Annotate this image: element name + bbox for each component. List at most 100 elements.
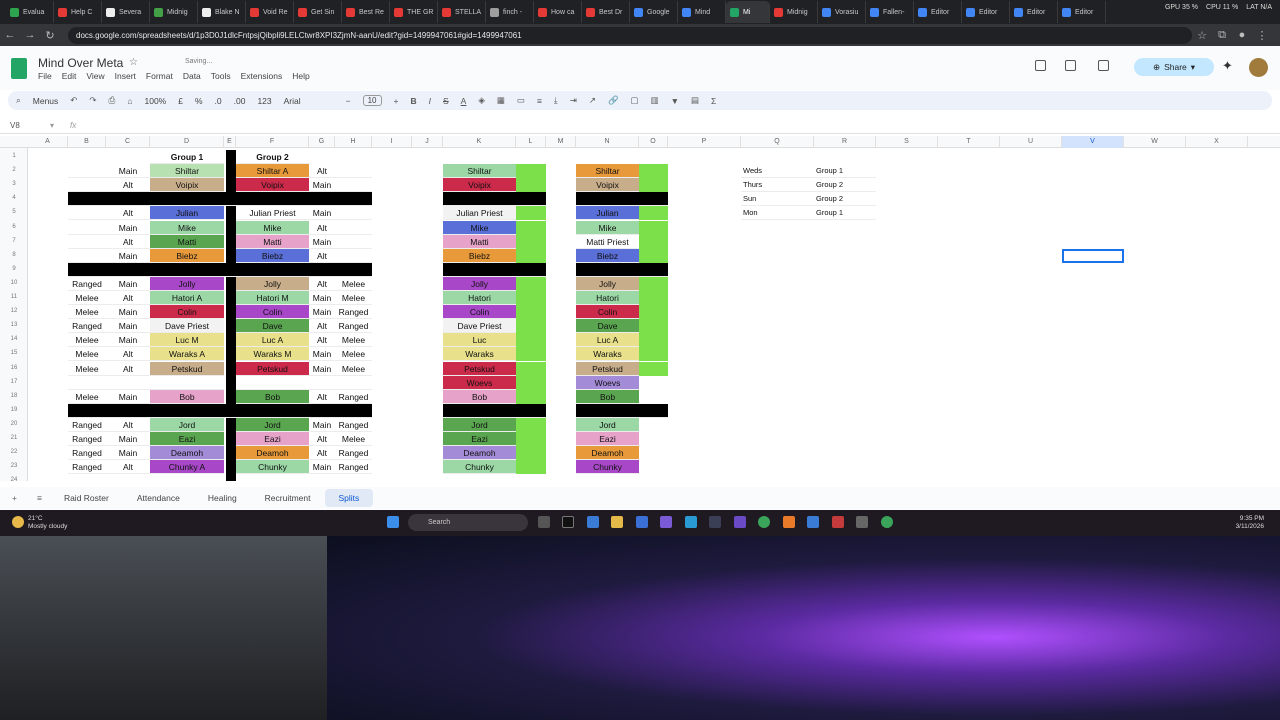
star-icon[interactable]: ☆	[1192, 29, 1212, 42]
browser-tab[interactable]: Midnig	[150, 1, 198, 23]
add-sheet-icon[interactable]: +	[0, 493, 29, 503]
folder-icon[interactable]	[611, 516, 623, 528]
sheet-tab[interactable]: Splits	[324, 489, 374, 507]
text-color-icon[interactable]: A	[461, 96, 467, 106]
column-header[interactable]: D	[150, 136, 224, 148]
app-icon-2[interactable]	[587, 516, 599, 528]
column-header[interactable]: M	[546, 136, 576, 148]
print-icon[interactable]: ⎙	[109, 95, 116, 106]
increase-decimal-button[interactable]: .00	[234, 96, 246, 106]
browser-tab[interactable]: Void Re	[246, 1, 294, 23]
undo-icon[interactable]: ↶	[70, 95, 77, 106]
more-formats-button[interactable]: 123	[257, 96, 271, 106]
share-button[interactable]: ⊕ Share ▾	[1134, 58, 1214, 76]
column-header[interactable]: A	[28, 136, 68, 148]
column-header[interactable]: I	[372, 136, 412, 148]
column-header[interactable]: C	[106, 136, 150, 148]
fill-color-icon[interactable]: ◈	[478, 95, 485, 106]
row-header[interactable]: 21	[0, 435, 28, 441]
star-doc-icon[interactable]: ☆	[129, 57, 138, 68]
menu-item[interactable]: File	[38, 71, 52, 81]
app-icon-5[interactable]	[734, 516, 746, 528]
merge-icon[interactable]: ▭	[517, 95, 525, 106]
browser-tab[interactable]: STELLA	[438, 1, 486, 23]
rotate-icon[interactable]: ↗	[589, 95, 596, 106]
decrease-decimal-button[interactable]: .0	[215, 96, 222, 106]
back-icon[interactable]: ←	[0, 29, 20, 41]
browser-tab[interactable]: Editor	[914, 1, 962, 23]
meet-icon[interactable]	[1098, 60, 1109, 71]
minus-icon[interactable]: −	[346, 96, 351, 106]
column-header[interactable]: F	[236, 136, 309, 148]
column-header[interactable]: S	[876, 136, 938, 148]
row-header[interactable]: 22	[0, 449, 28, 455]
filter-views-icon[interactable]: ▤	[691, 95, 699, 106]
profile-icon[interactable]: ●	[1232, 29, 1252, 41]
font-size-field[interactable]: 10	[362, 95, 382, 106]
taskbar-search[interactable]: Search	[408, 514, 528, 531]
row-header[interactable]: 14	[0, 336, 28, 342]
browser-tab[interactable]: Best Dr	[582, 1, 630, 23]
chrome-icon-2[interactable]	[881, 516, 893, 528]
column-header[interactable]: U	[1000, 136, 1062, 148]
row-header[interactable]: 17	[0, 379, 28, 385]
app-icon-7[interactable]	[807, 516, 819, 528]
row-header[interactable]: 6	[0, 224, 28, 230]
browser-tab[interactable]: Blake N	[198, 1, 246, 23]
browser-tab[interactable]: Evalua	[6, 1, 54, 23]
zoom-select[interactable]: 100%	[144, 96, 166, 106]
browser-tab[interactable]: Midnig	[770, 1, 818, 23]
menu-item[interactable]: Edit	[62, 71, 77, 81]
reload-icon[interactable]: ↻	[40, 29, 60, 42]
spreadsheet-grid[interactable]	[0, 136, 1280, 481]
row-header[interactable]: 15	[0, 350, 28, 356]
app-icon-6[interactable]	[783, 516, 795, 528]
row-header[interactable]: 5	[0, 209, 28, 215]
column-header[interactable]: E	[224, 136, 236, 148]
column-header[interactable]: T	[938, 136, 1000, 148]
column-header[interactable]: R	[814, 136, 876, 148]
column-header[interactable]: Q	[741, 136, 814, 148]
paint-format-icon[interactable]: ⌂	[127, 96, 132, 106]
name-box[interactable]: V8	[0, 121, 50, 130]
menu-item[interactable]: Tools	[211, 71, 231, 81]
filter-icon[interactable]: ▼	[671, 96, 679, 106]
app-icon-1[interactable]	[562, 516, 574, 528]
wrap-icon[interactable]: ⇥	[570, 95, 577, 106]
row-header[interactable]: 1	[0, 153, 28, 159]
start-icon[interactable]	[387, 516, 399, 528]
borders-icon[interactable]: ▦	[497, 95, 505, 106]
row-header[interactable]: 9	[0, 266, 28, 272]
row-header[interactable]: 12	[0, 308, 28, 314]
sheet-tab[interactable]: Attendance	[123, 493, 194, 503]
task-view-icon[interactable]	[538, 516, 550, 528]
currency-button[interactable]: £	[178, 96, 183, 106]
column-header[interactable]: O	[639, 136, 668, 148]
browser-tab[interactable]: THE GR	[390, 1, 438, 23]
taskbar-clock[interactable]: 9:35 PM 3/11/2026	[1236, 515, 1264, 531]
italic-icon[interactable]: I	[429, 96, 431, 106]
sheet-tab[interactable]: Healing	[194, 493, 251, 503]
row-header[interactable]: 10	[0, 280, 28, 286]
browser-tab[interactable]: Google	[630, 1, 678, 23]
browser-tab[interactable]: Help C	[54, 1, 102, 23]
app-icon-4[interactable]	[685, 516, 697, 528]
gemini-icon[interactable]: ✦	[1222, 58, 1233, 74]
row-header[interactable]: 18	[0, 393, 28, 399]
menu-item[interactable]: Insert	[115, 71, 136, 81]
comment-icon[interactable]	[1065, 60, 1076, 71]
search-menus-icon[interactable]: ⌕	[16, 95, 21, 106]
valign-icon[interactable]: ⤓	[554, 95, 558, 106]
url-field[interactable]: docs.google.com/spreadsheets/d/1p3D0J1dl…	[68, 26, 1192, 44]
column-header[interactable]: V	[1062, 136, 1124, 148]
browser-tab[interactable]: Best Re	[342, 1, 390, 23]
sheet-tab[interactable]: Raid Roster	[50, 493, 123, 503]
comment-add-icon[interactable]: ▢	[631, 95, 639, 106]
row-header[interactable]: 13	[0, 322, 28, 328]
row-header[interactable]: 8	[0, 252, 28, 258]
menus-search[interactable]: Menus	[33, 96, 59, 106]
menu-item[interactable]: Help	[292, 71, 309, 81]
all-sheets-icon[interactable]: ≡	[29, 493, 50, 503]
redo-icon[interactable]: ↷	[89, 95, 96, 106]
sheet-tab[interactable]: Recruitment	[251, 493, 325, 503]
